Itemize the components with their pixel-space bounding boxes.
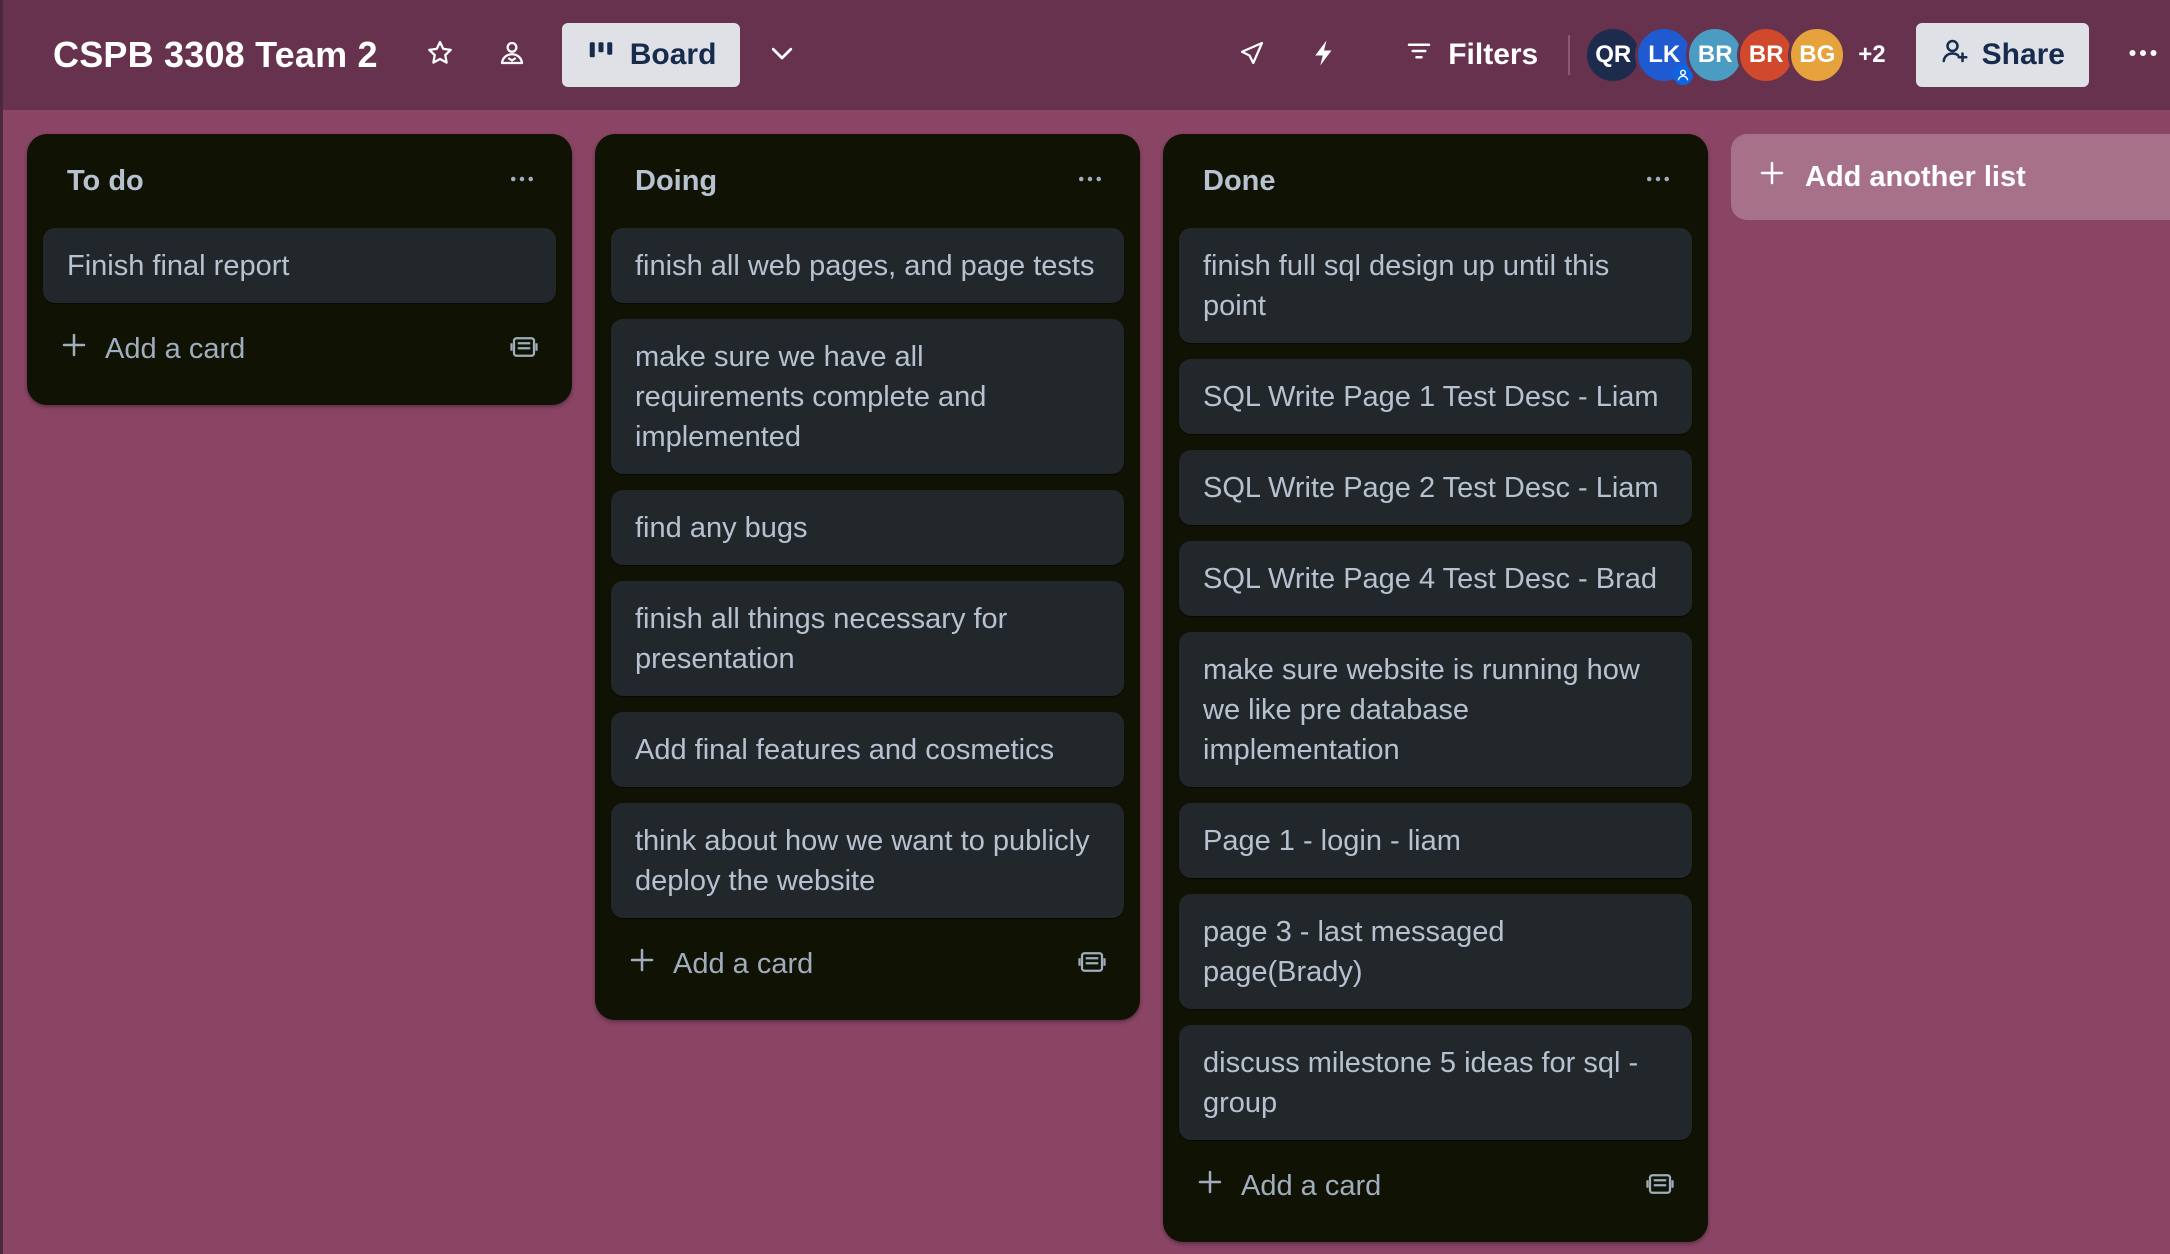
add-card-row: Add a card — [43, 307, 556, 391]
board-view-button[interactable]: Board — [561, 23, 741, 87]
board-view-label: Board — [629, 38, 717, 71]
card[interactable]: SQL Write Page 1 Test Desc - Liam — [1179, 359, 1692, 434]
avatar-initials: BR — [1697, 41, 1733, 68]
ellipsis-icon — [507, 164, 537, 199]
list-title[interactable]: To do — [67, 165, 144, 198]
avatar[interactable]: LK — [1635, 26, 1694, 85]
rocket-icon — [1237, 38, 1267, 73]
avatar[interactable]: BR — [1737, 26, 1796, 84]
board-menu-button[interactable] — [2113, 27, 2170, 83]
plus-icon — [59, 330, 89, 368]
card[interactable]: Finish final report — [43, 228, 556, 303]
trello-board-window: CSPB 3308 Team 2 Board Filters QR LK BR … — [0, 0, 2170, 1254]
card-template-icon — [1645, 1169, 1675, 1204]
card[interactable]: Page 1 - login - liam — [1179, 803, 1692, 878]
list-menu-button[interactable] — [1064, 155, 1116, 207]
member-avatars: QR LK BR BR BG — [1584, 26, 1847, 85]
add-card-label: Add a card — [1241, 1169, 1382, 1202]
card[interactable]: finish all web pages, and page tests — [611, 228, 1124, 303]
card[interactable]: make sure website is running how we like… — [1179, 632, 1692, 787]
card[interactable]: make sure we have all requirements compl… — [611, 319, 1124, 474]
list-header: Doing — [611, 134, 1124, 228]
list-menu-button[interactable] — [496, 155, 548, 207]
plus-icon — [1195, 1167, 1225, 1205]
automation-button[interactable] — [1296, 27, 1352, 83]
card-template-icon — [1077, 947, 1107, 982]
card[interactable]: finish full sql design up until this poi… — [1179, 228, 1692, 343]
card-template-icon — [509, 332, 539, 367]
card-list: finish full sql design up until this poi… — [1179, 228, 1692, 1140]
list-doing: Doing finish all web pages, and page tes… — [595, 134, 1140, 1020]
add-card-row: Add a card — [1179, 1144, 1692, 1228]
board-header: CSPB 3308 Team 2 Board Filters QR LK BR … — [3, 0, 2170, 110]
list-to-do: To do Finish final report Add a card — [27, 134, 572, 405]
card[interactable]: discuss milestone 5 ideas for sql - grou… — [1179, 1025, 1692, 1140]
filters-label: Filters — [1448, 38, 1539, 71]
add-card-button[interactable]: Add a card — [627, 945, 813, 983]
board-canvas: To do Finish final report Add a card Doi… — [3, 110, 2170, 1254]
more-icon — [2125, 35, 2161, 76]
card[interactable]: Add final features and cosmetics — [611, 712, 1124, 787]
share-button[interactable]: Share — [1915, 23, 2089, 87]
card[interactable]: finish all things necessary for presenta… — [611, 581, 1124, 696]
avatar-initials: BR — [1748, 41, 1784, 68]
avatar-initials: LK — [1648, 41, 1681, 68]
ellipsis-icon — [1643, 164, 1673, 199]
avatar-initials: BG — [1799, 41, 1836, 68]
avatar-initials: QR — [1595, 41, 1632, 68]
avatar[interactable]: QR — [1584, 26, 1643, 84]
power-ups-button[interactable] — [1224, 27, 1280, 83]
workspace-visible-icon — [497, 38, 527, 73]
card[interactable]: page 3 - last messaged page(Brady) — [1179, 894, 1692, 1009]
list-menu-button[interactable] — [1632, 155, 1684, 207]
visibility-button[interactable] — [484, 27, 540, 83]
add-member-icon — [1940, 36, 1970, 74]
create-from-template-button[interactable] — [1068, 940, 1116, 988]
filters-button[interactable]: Filters — [1386, 27, 1556, 83]
card[interactable]: SQL Write Page 2 Test Desc - Liam — [1179, 450, 1692, 525]
list-title[interactable]: Doing — [635, 165, 717, 198]
avatar[interactable]: BG — [1788, 26, 1847, 84]
list-header: To do — [43, 134, 556, 228]
card-list: Finish final report — [43, 228, 556, 303]
lightning-icon — [1309, 38, 1339, 73]
add-another-list-button[interactable]: Add another list — [1731, 134, 2170, 220]
add-card-label: Add a card — [105, 332, 246, 365]
board-title[interactable]: CSPB 3308 Team 2 — [53, 34, 378, 76]
board-icon — [586, 36, 616, 74]
list-header: Done — [1179, 134, 1692, 228]
plus-icon — [627, 945, 657, 983]
add-card-button[interactable]: Add a card — [59, 330, 245, 368]
list-done: Done finish full sql design up until thi… — [1163, 134, 1708, 1242]
card[interactable]: find any bugs — [611, 490, 1124, 565]
list-title[interactable]: Done — [1203, 165, 1276, 198]
star-icon — [425, 38, 455, 73]
add-card-row: Add a card — [611, 922, 1124, 1006]
more-members-button[interactable]: +2 — [1858, 41, 1885, 69]
add-card-label: Add a card — [673, 947, 814, 980]
card[interactable]: think about how we want to publicly depl… — [611, 803, 1124, 918]
create-from-template-button[interactable] — [1636, 1162, 1684, 1210]
avatar[interactable]: BR — [1686, 26, 1745, 84]
card[interactable]: SQL Write Page 4 Test Desc - Brad — [1179, 541, 1692, 616]
ellipsis-icon — [1075, 164, 1105, 199]
plus-icon — [1757, 158, 1787, 196]
filter-icon — [1404, 36, 1434, 74]
create-from-template-button[interactable] — [500, 325, 548, 373]
card-list: finish all web pages, and page tests mak… — [611, 228, 1124, 918]
star-button[interactable] — [412, 27, 468, 83]
chevron-down-icon — [767, 38, 797, 73]
add-list-label: Add another list — [1805, 160, 2026, 193]
views-dropdown-button[interactable] — [754, 27, 810, 83]
header-divider — [1568, 35, 1571, 75]
add-card-button[interactable]: Add a card — [1195, 1167, 1381, 1205]
share-label: Share — [1981, 38, 2065, 71]
